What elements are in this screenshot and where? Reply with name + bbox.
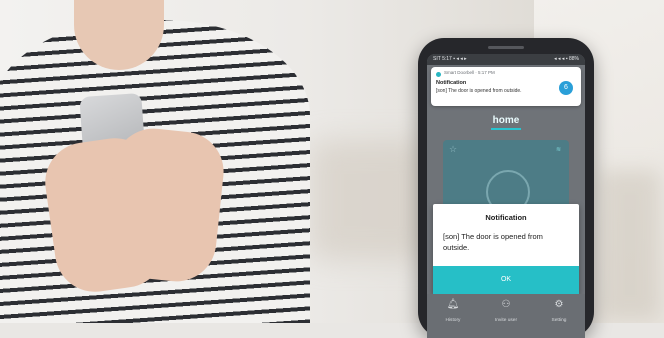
page-title: home (492, 115, 520, 126)
nav-item-invite-user[interactable]: ⚇ Invite user (482, 298, 530, 323)
phone-speaker (488, 46, 524, 49)
push-title: Notification (436, 80, 467, 86)
person-holding-phone (0, 0, 320, 323)
push-app-name: Smart Doorbell · 5:17 PM (444, 70, 495, 75)
blurred-table (310, 140, 430, 260)
right-hand (102, 124, 228, 286)
user-icon: ⚇ (501, 299, 511, 310)
bottom-nav: 🔔︎ History ⚇ Invite user ⚙ Setting (427, 294, 585, 338)
nav-item-setting[interactable]: ⚙ Setting (535, 298, 583, 323)
title-underline (491, 128, 521, 130)
push-body: [son] The door is opened from outside. (436, 88, 522, 94)
dialog-message: [son] The door is opened from outside. (443, 232, 543, 252)
bell-icon: 🔔︎ (446, 299, 460, 310)
gear-icon: ⚙ (554, 299, 564, 310)
app-icon (436, 72, 441, 77)
ok-button[interactable]: OK (433, 266, 579, 294)
lock-badge-icon: 6 (559, 81, 573, 95)
app-header: home (427, 110, 585, 132)
star-icon[interactable]: ☆ (449, 144, 457, 155)
nav-label: History (445, 318, 461, 323)
status-icons: ◂ ◂ ◂ ▪ 88% (554, 56, 579, 62)
wifi-icon: ≋ (555, 147, 561, 153)
notification-dialog: Notification [son] The door is opened fr… (433, 204, 579, 294)
push-notification[interactable]: Smart Doorbell · 5:17 PM Notification [s… (431, 67, 581, 106)
dialog-title: Notification (485, 213, 527, 222)
nav-item-history[interactable]: 🔔︎ History (429, 298, 477, 323)
status-bar: SIT 5:17 ▪ ◂ ◂ ▸ ◂ ◂ ◂ ▪ 88% (427, 54, 585, 65)
phone-device: SIT 5:17 ▪ ◂ ◂ ▸ ◂ ◂ ◂ ▪ 88% Smart Doorb… (418, 38, 594, 338)
phone-screen: SIT 5:17 ▪ ◂ ◂ ▸ ◂ ◂ ◂ ▪ 88% Smart Doorb… (427, 54, 585, 338)
nav-label: Invite user (494, 318, 518, 323)
blurred-chair (600, 170, 660, 320)
status-time: SIT 5:17 ▪ ◂ ◂ ▸ (433, 56, 467, 62)
nav-label: Setting (551, 318, 567, 323)
